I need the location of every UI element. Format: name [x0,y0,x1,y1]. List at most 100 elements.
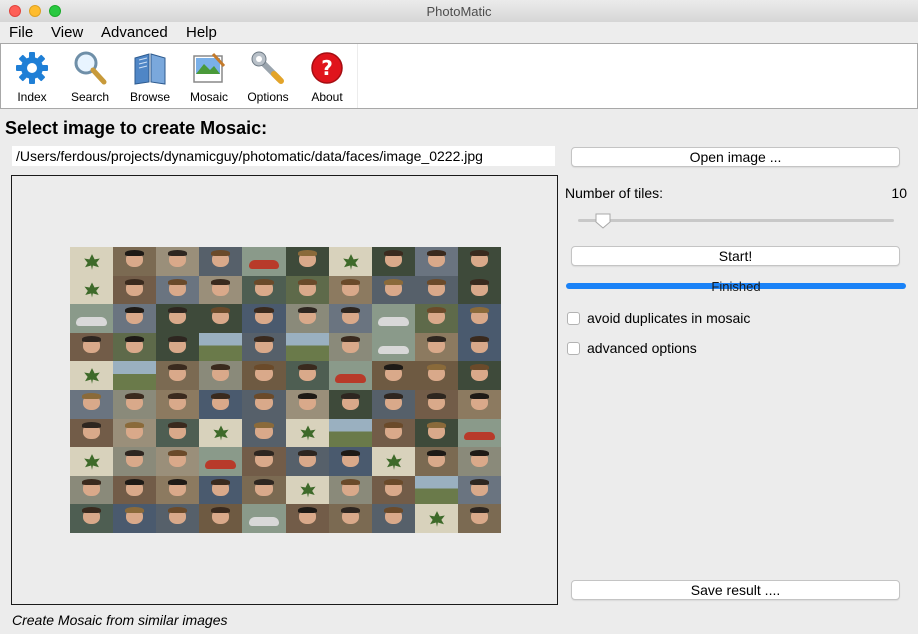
window-title: PhotoMatic [426,4,492,19]
mosaic-tile [156,333,199,361]
mosaic-tile [242,419,286,447]
mosaic-tile [372,361,415,390]
book-icon [134,53,166,85]
svg-text:?: ? [321,56,333,80]
mosaic-tile [70,447,113,476]
wrench-icon [251,51,284,84]
avoid-duplicates-label[interactable]: avoid duplicates in mosaic [587,310,750,326]
options-tool-label: Options [247,90,289,104]
mosaic-tile [415,390,458,419]
mosaic-icon [193,52,226,83]
title-bar: PhotoMatic [0,0,918,23]
mosaic-tile [156,247,199,276]
gear-icon [16,52,48,84]
mosaic-tile [199,361,242,390]
mosaic-tile [199,304,242,333]
mosaic-tile [156,390,199,419]
mosaic-tile [199,276,242,304]
mosaic-image [70,247,501,533]
mosaic-tile [156,276,199,304]
search-tool-label: Search [70,90,110,104]
image-path-field[interactable] [12,146,555,166]
menu-bar: File View Advanced Help [0,22,918,43]
mosaic-tile [113,447,156,476]
mosaic-tile [372,447,415,476]
tiles-slider-track[interactable] [578,219,894,222]
page-heading: Select image to create Mosaic: [5,118,268,138]
mosaic-tile [113,247,156,276]
mosaic-tile [199,447,242,476]
mosaic-tile [415,304,458,333]
tiles-value: 10 [891,185,907,201]
search-tool-button[interactable]: Search [62,50,118,104]
open-image-button[interactable]: Open image ... [571,147,900,167]
about-tool-label: About [311,90,343,104]
mosaic-tile [458,504,501,533]
browse-tool-button[interactable]: Browse [122,50,178,104]
mosaic-tile [242,361,286,390]
mosaic-tile [372,304,415,333]
mosaic-tile [458,247,501,276]
mosaic-tile [458,419,501,447]
mosaic-tile [156,304,199,333]
mosaic-tile [199,419,242,447]
mosaic-tile [372,504,415,533]
mosaic-tile [415,333,458,361]
advanced-options-checkbox[interactable] [567,342,580,355]
mosaic-tile [156,361,199,390]
index-tool-label: Index [17,90,47,104]
about-tool-button[interactable]: ? About [299,50,355,104]
mosaic-tile [329,419,372,447]
save-result-button[interactable]: Save result .... [571,580,900,600]
mosaic-tile [70,247,113,276]
tiles-slider-thumb[interactable] [594,212,612,230]
mosaic-tile [156,504,199,533]
mosaic-tile [286,447,329,476]
index-tool-button[interactable]: Index [4,50,60,104]
mosaic-tile [70,361,113,390]
options-tool-button[interactable]: Options [240,50,296,104]
mosaic-tile [458,476,501,504]
mosaic-tile [70,276,113,304]
menu-help[interactable]: Help [186,24,217,41]
menu-file[interactable]: File [9,24,33,41]
mosaic-tile [242,390,286,419]
mosaic-tool-label: Mosaic [189,90,228,104]
mosaic-tile [199,476,242,504]
toolbar-divider [357,44,358,108]
mosaic-tile [113,390,156,419]
mosaic-tile [458,276,501,304]
mosaic-tile [286,504,329,533]
mosaic-tile [329,447,372,476]
mosaic-tile [329,304,372,333]
help-icon: ? [311,52,343,84]
mosaic-tile [70,304,113,333]
mosaic-tile [329,390,372,419]
toolbar: Index Search Browse Mosaic Options ? Abo… [0,43,918,109]
avoid-duplicates-checkbox[interactable] [567,312,580,325]
mosaic-tile [113,304,156,333]
mosaic-tile [70,419,113,447]
mosaic-tile [199,247,242,276]
mosaic-tile [415,419,458,447]
mosaic-tile [458,304,501,333]
advanced-options-label[interactable]: advanced options [587,340,697,356]
mosaic-tile [113,333,156,361]
browse-tool-label: Browse [129,90,170,104]
start-button[interactable]: Start! [571,246,900,266]
mosaic-tile [286,476,329,504]
mosaic-tile [242,504,286,533]
menu-view[interactable]: View [51,24,83,41]
mosaic-tile [199,504,242,533]
mosaic-tool-button[interactable]: Mosaic [181,50,237,104]
mosaic-tile [415,476,458,504]
mosaic-tile [458,333,501,361]
mosaic-tile [286,390,329,419]
mosaic-tile [242,247,286,276]
mosaic-tile [242,476,286,504]
mosaic-tile [113,504,156,533]
progress-text: Finished [711,279,761,294]
mosaic-tile [415,504,458,533]
menu-advanced[interactable]: Advanced [101,24,168,41]
mosaic-tile [242,447,286,476]
